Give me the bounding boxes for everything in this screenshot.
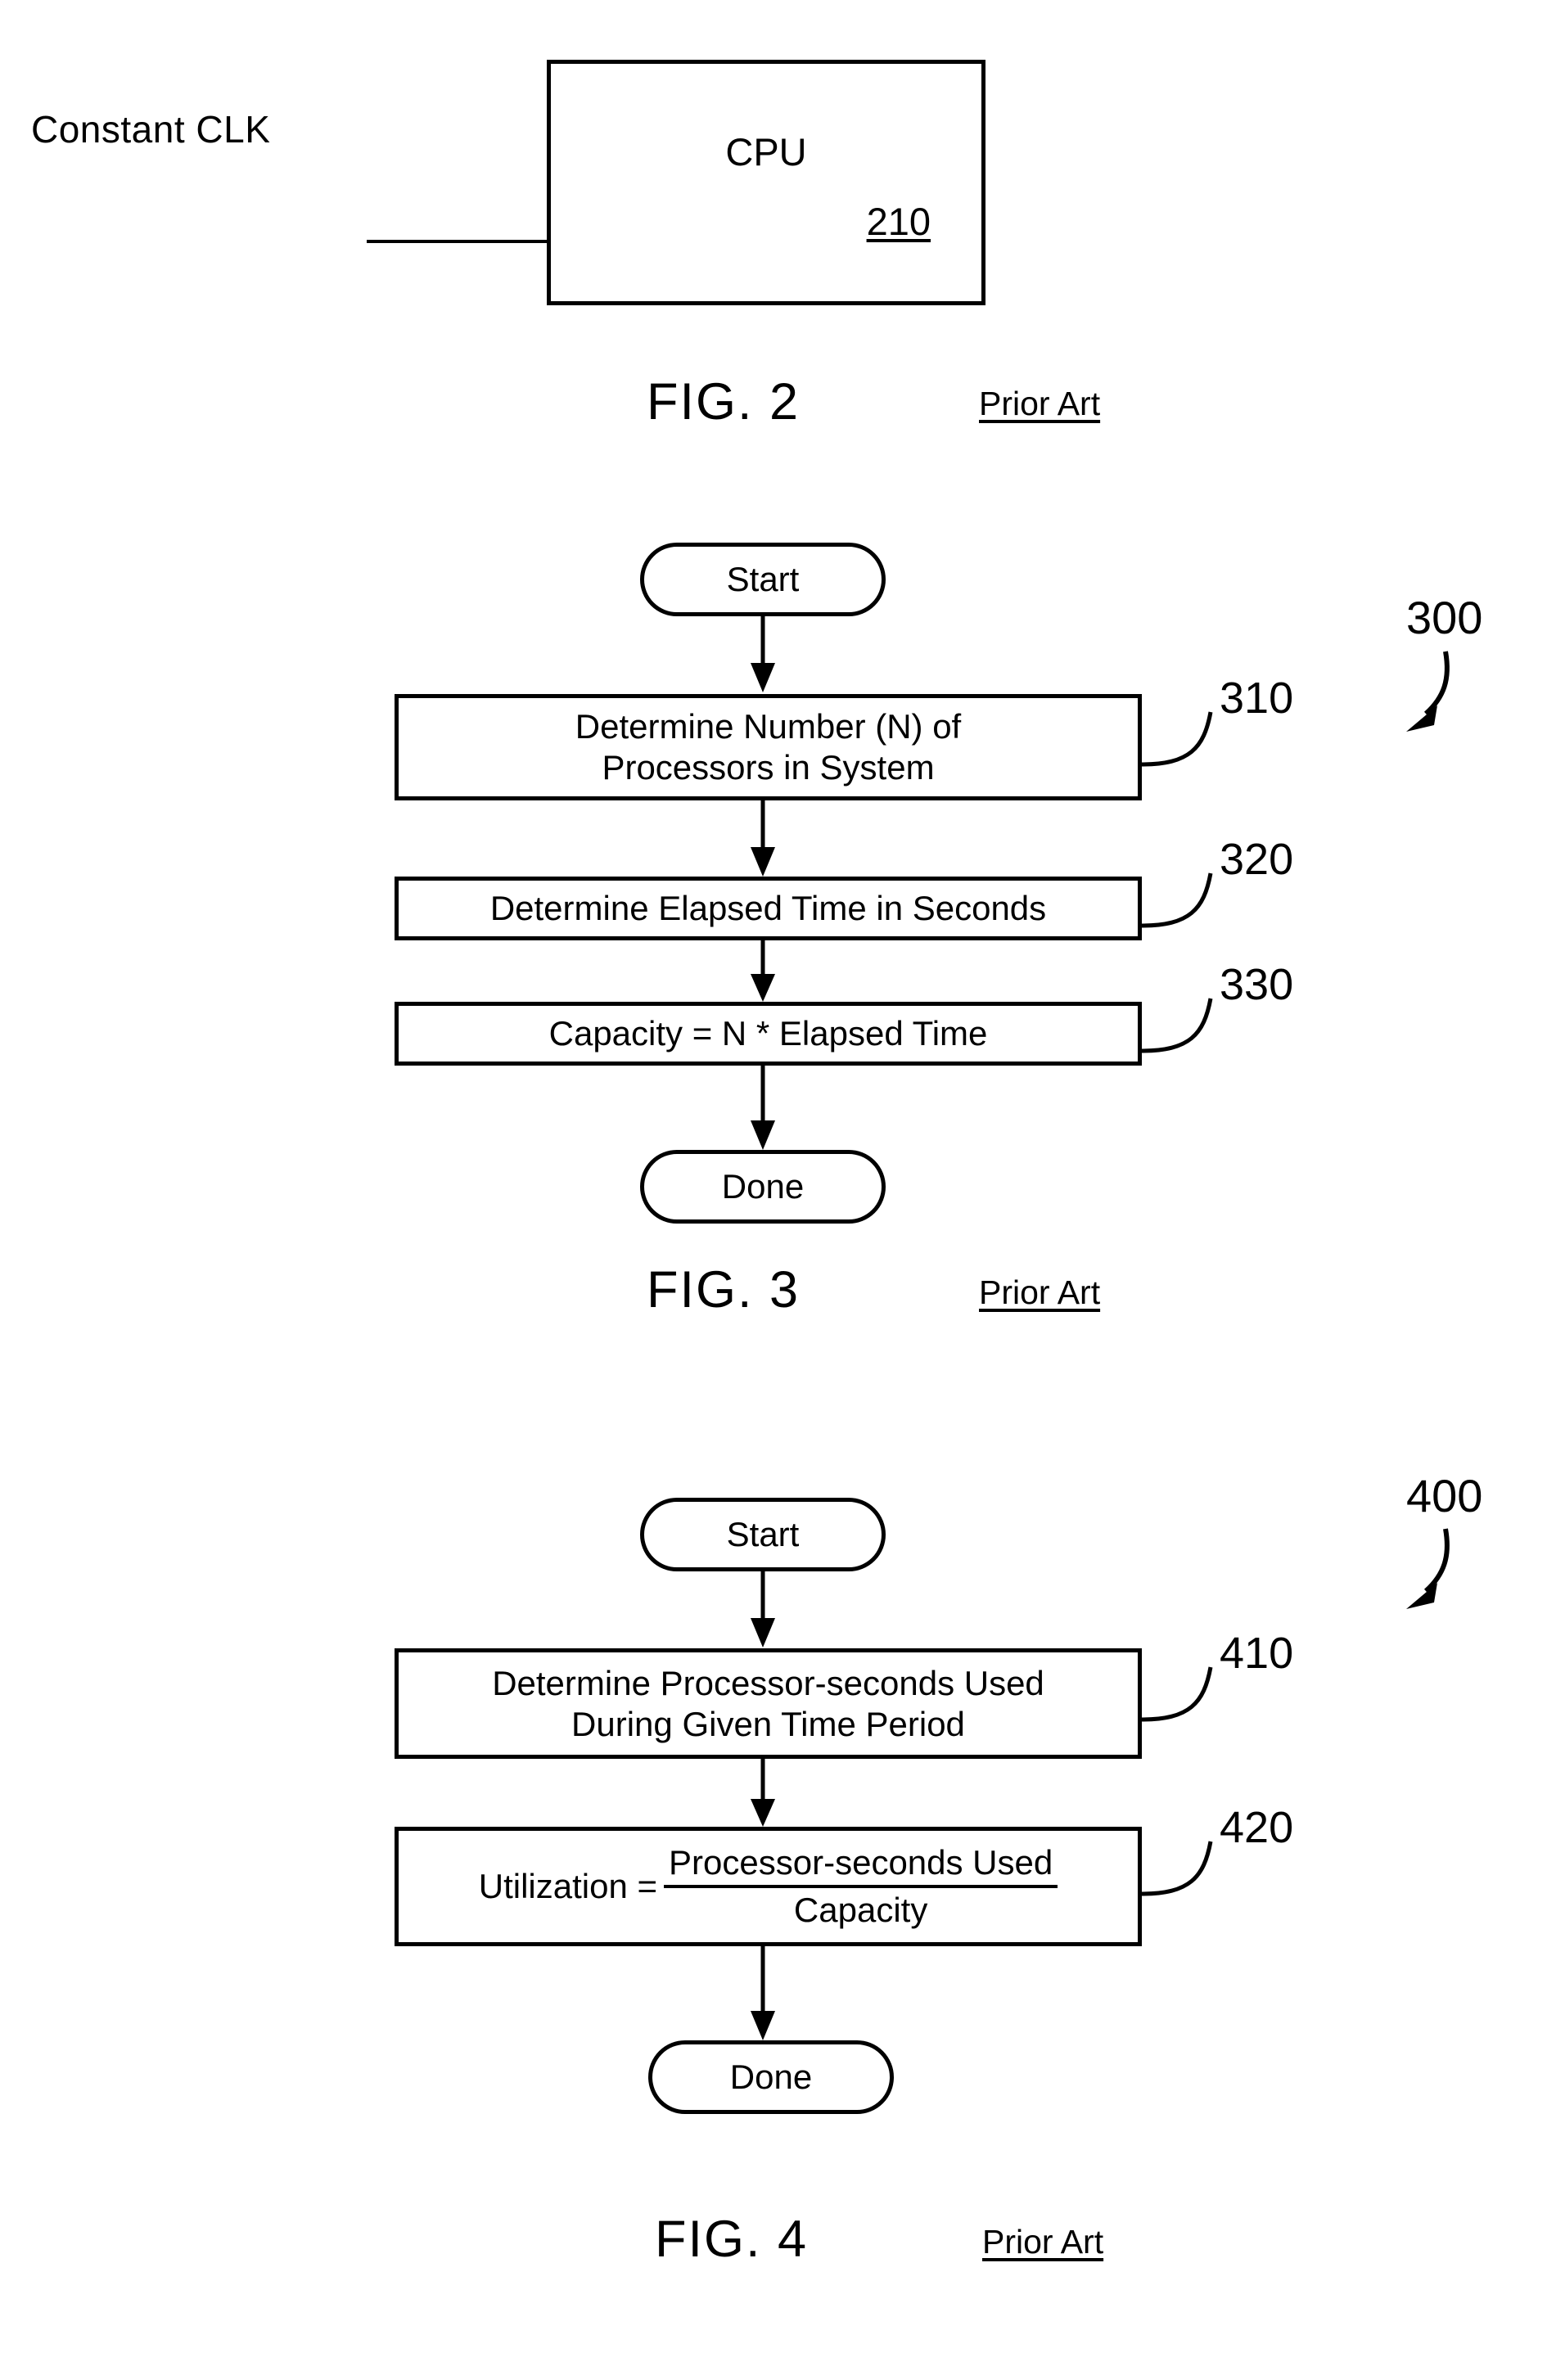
fig3-step-330-line1: Capacity = N * Elapsed Time [548, 1014, 988, 1053]
cpu-block-title: CPU [725, 130, 807, 174]
figure-3-prior-art-note: Prior Art [979, 1273, 1101, 1311]
fig4-connector-410-to-420 [751, 1758, 775, 1827]
fig3-connector-330-to-done [751, 1065, 775, 1150]
fig3-step-310-line1: Determine Number (N) of [575, 707, 962, 746]
fig4-start-node: Start [640, 1498, 886, 1571]
figure-4-prior-art-note: Prior Art [982, 2223, 1104, 2261]
fig4-utilization-fraction: Processor-seconds Used Capacity [664, 1842, 1058, 1930]
fig3-step-310-line2: Processors in System [602, 748, 935, 787]
figure-2-prior-art-note: Prior Art [979, 385, 1101, 422]
fig3-step-320-box: Determine Elapsed Time in Seconds [395, 877, 1142, 940]
fig3-flow-reference-arrow [1406, 651, 1450, 732]
fig4-reference-420: 420 [1220, 1803, 1294, 1852]
fig3-step-330-box: Capacity = N * Elapsed Time [395, 1002, 1142, 1066]
fig4-fraction-denominator: Capacity [793, 1891, 928, 1929]
fig4-step-420-lead: Utilization = [478, 1867, 658, 1906]
fig3-step-310-box: Determine Number (N) of Processors in Sy… [395, 694, 1142, 800]
fig4-flow-reference-arrow [1406, 1528, 1450, 1609]
fig3-start-node: Start [640, 543, 886, 616]
fig4-connector-420-to-done [751, 1945, 775, 2040]
fig3-connector-320-to-330 [751, 940, 775, 1002]
clk-signal-line [367, 240, 548, 243]
fig4-flow-reference-400: 400 [1406, 1470, 1483, 1521]
fig3-step-320-line1: Determine Elapsed Time in Seconds [489, 889, 1047, 928]
fig3-reference-310: 310 [1220, 674, 1294, 723]
fig4-connector-start-to-410 [751, 1571, 775, 1648]
fig3-connector-start-to-310 [751, 615, 775, 692]
fig4-step-410-box: Determine Processor-seconds Used During … [395, 1648, 1142, 1759]
fig3-start-label: Start [726, 560, 800, 598]
fig4-start-label: Start [726, 1515, 800, 1553]
fig3-reference-320: 320 [1220, 835, 1294, 884]
constant-clk-label: Constant CLK [31, 108, 271, 151]
fig4-done-label: Done [729, 2058, 813, 2096]
patent-drawing-sheet: Constant CLK CPU 210 FIG. 2 Prior Art St… [0, 0, 1547, 2380]
fig4-fraction-numerator: Processor-seconds Used [664, 1842, 1058, 1888]
cpu-block: CPU 210 [547, 60, 985, 305]
fig3-done-label: Done [721, 1167, 805, 1206]
cpu-reference-numeral: 210 [866, 200, 931, 243]
fig4-step-410-line2: During Given Time Period [571, 1704, 965, 1743]
fig3-reference-330: 330 [1220, 960, 1294, 1009]
fig3-done-node: Done [640, 1150, 886, 1224]
figure-2-caption: FIG. 2 [647, 373, 801, 430]
fig4-step-410-line1: Determine Processor-seconds Used [492, 1663, 1044, 1702]
figure-3-caption: FIG. 3 [647, 1261, 801, 1318]
fig3-flow-reference-300: 300 [1406, 592, 1483, 643]
fig4-done-node: Done [648, 2040, 894, 2114]
figure-4-caption: FIG. 4 [655, 2211, 809, 2268]
fig4-reference-410: 410 [1220, 1629, 1294, 1678]
fig3-connector-310-to-320 [751, 800, 775, 877]
fig4-step-420-box: Utilization = Processor-seconds Used Cap… [395, 1827, 1142, 1946]
